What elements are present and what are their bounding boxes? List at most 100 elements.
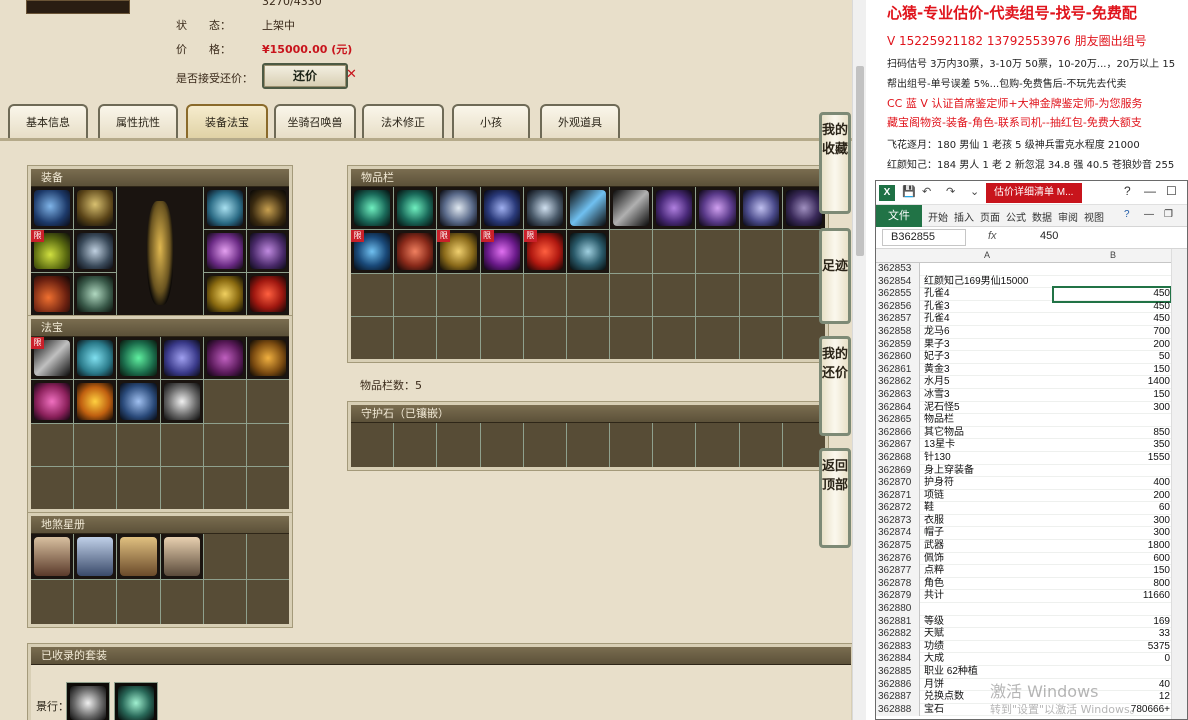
row-number[interactable]: 362866: [876, 426, 920, 440]
tab-spell-correction[interactable]: 法术修正: [362, 104, 444, 138]
ribbon-tab[interactable]: 数据: [1032, 209, 1052, 224]
inventory-slot[interactable]: [739, 316, 782, 359]
nav-footprint[interactable]: 足迹: [819, 228, 851, 324]
cell-a[interactable]: 职业 62种植: [924, 666, 978, 679]
row-number[interactable]: 362857: [876, 313, 920, 326]
cell-a[interactable]: 月饼: [924, 679, 944, 692]
equipment-slot[interactable]: [246, 230, 289, 272]
cell-b[interactable]: 169: [1054, 616, 1170, 629]
cell-a[interactable]: 物品栏: [924, 414, 954, 427]
inventory-slot[interactable]: [480, 187, 523, 230]
ribbon-tab[interactable]: 页面: [980, 209, 1000, 224]
tab-attributes[interactable]: 属性抗性: [98, 104, 178, 138]
row-number[interactable]: 362861: [876, 363, 920, 377]
row-number[interactable]: 362876: [876, 552, 920, 566]
equipment-slot[interactable]: [203, 230, 246, 272]
fabao-slot[interactable]: [246, 466, 289, 509]
cell-a[interactable]: 冰雪3: [924, 389, 950, 402]
row-number[interactable]: 362864: [876, 401, 920, 415]
cell-b[interactable]: 450: [1054, 301, 1170, 314]
nav-my-counter-offers[interactable]: 我的还价: [819, 336, 851, 436]
row-number[interactable]: 362865: [876, 414, 920, 427]
fabao-slot[interactable]: [74, 380, 117, 423]
equipment-slot[interactable]: [203, 273, 246, 315]
cell-a[interactable]: 衣服: [924, 515, 944, 528]
cell-a[interactable]: 其它物品: [924, 427, 964, 440]
cell-a[interactable]: 妃子3: [924, 351, 950, 364]
cell-a[interactable]: 孔雀4: [924, 288, 950, 301]
cell-b[interactable]: 1400: [1054, 376, 1170, 389]
guardian-slot[interactable]: [351, 423, 394, 467]
sheet-row[interactable]: 362856 孔雀3 450: [876, 300, 1187, 314]
cell-a[interactable]: 共计: [924, 590, 944, 603]
help-icon[interactable]: ?: [1124, 184, 1131, 198]
cell-a[interactable]: 大成: [924, 653, 944, 666]
row-number[interactable]: 362885: [876, 666, 920, 679]
sheet-row[interactable]: 362859 果子3 200: [876, 338, 1187, 352]
sheet-row[interactable]: 362876 佩饰 600: [876, 552, 1187, 566]
cell-a[interactable]: 孔雀3: [924, 301, 950, 314]
cell-a[interactable]: 泥石怪5: [924, 402, 960, 415]
cell-b[interactable]: 60: [1054, 502, 1170, 515]
cell-a[interactable]: 13星卡: [924, 439, 955, 452]
row-number[interactable]: 362872: [876, 502, 920, 515]
fabao-slot[interactable]: 限: [31, 337, 74, 380]
cell-b[interactable]: 1550: [1054, 452, 1170, 465]
fabao-slot[interactable]: [203, 380, 246, 423]
row-number[interactable]: 362853: [876, 263, 920, 276]
sheet-row[interactable]: 362869 身上穿装备: [876, 464, 1187, 478]
inventory-slot[interactable]: [437, 316, 480, 359]
row-number[interactable]: 362874: [876, 527, 920, 541]
sheet-row[interactable]: 362871 项链 200: [876, 489, 1187, 503]
sheet-row[interactable]: 362855 孔雀4 450: [876, 286, 1187, 303]
cell-b[interactable]: 450: [1052, 286, 1172, 303]
sheet-row[interactable]: 362854 红颜知己169男仙15000: [876, 275, 1187, 289]
inventory-slot[interactable]: 限: [351, 230, 394, 273]
ribbon-tab[interactable]: 公式: [1006, 209, 1026, 224]
sheet-row[interactable]: 362863 冰雪3 150: [876, 388, 1187, 402]
undo-icon[interactable]: ↶: [922, 185, 931, 198]
card-slot[interactable]: [74, 579, 117, 624]
sheet-row[interactable]: 362853: [876, 263, 1187, 276]
tab-basic-info[interactable]: 基本信息: [8, 104, 88, 138]
column-header-a[interactable]: A: [984, 250, 990, 260]
row-number[interactable]: 362856: [876, 300, 920, 314]
inventory-slot[interactable]: [653, 273, 696, 316]
inventory-slot[interactable]: [610, 230, 653, 273]
cell-b[interactable]: 150: [1054, 364, 1170, 377]
inventory-slot[interactable]: [653, 230, 696, 273]
inventory-slot[interactable]: [696, 273, 739, 316]
row-number[interactable]: 362860: [876, 351, 920, 364]
cell-a[interactable]: 佩饰: [924, 553, 944, 566]
cell-b[interactable]: 300: [1054, 515, 1170, 528]
cell-a[interactable]: 天赋: [924, 628, 944, 641]
inventory-slot[interactable]: [696, 316, 739, 359]
cell-a[interactable]: 点粹: [924, 565, 944, 578]
fabao-slot[interactable]: [117, 423, 160, 466]
inventory-slot[interactable]: [480, 273, 523, 316]
inventory-slot[interactable]: [566, 273, 610, 316]
guardian-slot[interactable]: [523, 423, 566, 467]
inventory-slot[interactable]: [610, 316, 653, 359]
fabao-slot[interactable]: [246, 380, 289, 423]
guardian-slot[interactable]: [739, 423, 782, 467]
cell-b[interactable]: 11660: [1054, 590, 1170, 603]
cell-a[interactable]: 水月5: [924, 376, 950, 389]
sheet-row[interactable]: 362858 龙马6 700: [876, 325, 1187, 339]
card-slot[interactable]: [246, 534, 289, 579]
sheet-row[interactable]: 362878 角色 800: [876, 577, 1187, 591]
row-number[interactable]: 362854: [876, 275, 920, 289]
card-slot[interactable]: [203, 579, 246, 624]
fabao-slot[interactable]: [246, 337, 289, 380]
cell-b[interactable]: 400: [1054, 477, 1170, 490]
cell-b[interactable]: 200: [1054, 490, 1170, 503]
ribbon-restore-icon[interactable]: ❐: [1164, 209, 1173, 220]
row-number[interactable]: 362888: [876, 703, 920, 717]
fabao-slot[interactable]: [31, 466, 74, 509]
ribbon-tab[interactable]: 开始: [928, 209, 948, 224]
sheet-row[interactable]: 362857 孔雀4 450: [876, 313, 1187, 326]
counter-offer-button[interactable]: 还价: [262, 63, 348, 89]
cell-a[interactable]: 角色: [924, 578, 944, 591]
inventory-slot[interactable]: [523, 316, 566, 359]
cell-a[interactable]: 针130: [924, 452, 951, 465]
